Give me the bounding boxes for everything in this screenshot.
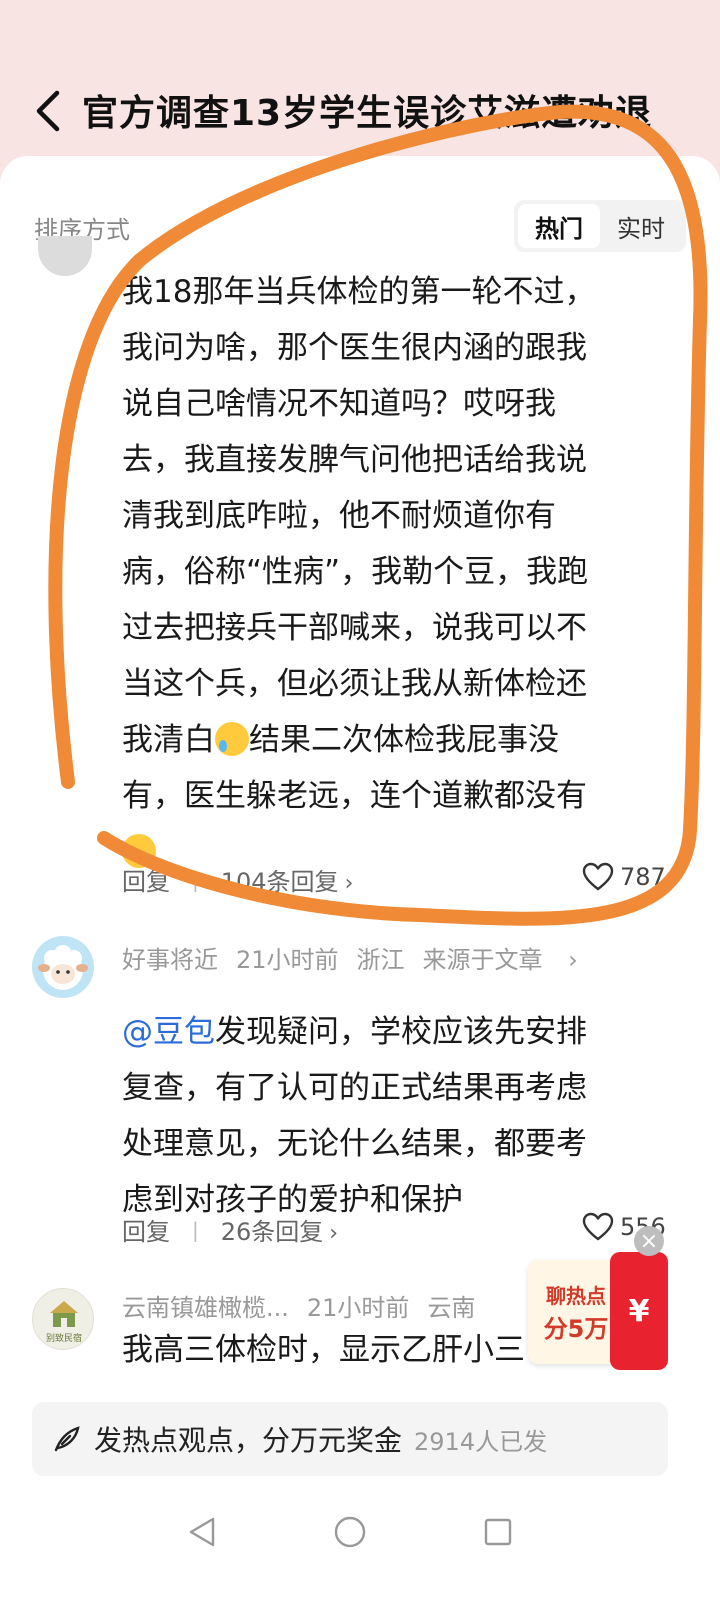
comment-actions: 回复 | 26条回复 › — [122, 1212, 338, 1247]
reply-count: 104条回复 — [220, 868, 339, 896]
username[interactable]: 好事将近 — [122, 946, 218, 974]
region: 浙江 — [356, 946, 405, 974]
sort-toggle: 热门 实时 — [514, 200, 686, 252]
nav-recents-button[interactable] — [478, 1512, 518, 1552]
source-link[interactable]: 来源于文章 › — [423, 946, 578, 974]
close-icon[interactable]: × — [634, 1226, 664, 1256]
sort-option-hot[interactable]: 热门 — [518, 204, 600, 248]
reply-count: 26条回复 — [220, 1218, 324, 1246]
username[interactable]: 云南镇雄橄榄... — [122, 1294, 289, 1322]
comment-text: @豆包发现疑问，学校应该先安排 复查，有了认可的正式结果再考虑 处理意见，无论什… — [122, 1004, 682, 1228]
comment-actions: 回复 | 104条回复 › — [122, 862, 353, 897]
top-bar — [0, 0, 720, 160]
comment-fragment: 我清白 — [122, 722, 215, 758]
avatar[interactable]: 别致民宿 — [32, 1288, 94, 1350]
view-replies-button[interactable]: 104条回复 › — [221, 862, 354, 897]
like-count: 787 — [620, 863, 666, 891]
divider: | — [192, 867, 199, 892]
sort-option-latest[interactable]: 实时 — [600, 204, 682, 248]
comment-line: 去，我直接发脾气问他把话给我说 — [122, 442, 587, 478]
like-button[interactable]: 787 — [582, 862, 666, 892]
comment-line: 清我到底咋啦，他不耐烦道你有 — [122, 498, 556, 534]
comment-meta: 云南镇雄橄榄... 21小时前 云南 — [122, 1288, 493, 1323]
nav-back-button[interactable] — [182, 1512, 222, 1552]
comment-text: 我18那年当兵体检的第一轮不过， 我问为啥，那个医生很内涵的跟我 说自己啥情况不… — [122, 264, 682, 880]
comment-line: @豆包发现疑问，学校应该先安排 — [122, 1004, 682, 1060]
nav-home-button[interactable] — [330, 1512, 370, 1552]
comment-line: 我清白 结果二次体检我屁事没 — [122, 712, 682, 768]
chevron-right-icon: › — [344, 871, 354, 896]
compose-bar[interactable]: 发热点观点，分万元奖金 2914人已发 — [32, 1402, 668, 1476]
comment-fragment: 发现疑问，学校应该先安排 — [215, 1014, 587, 1050]
reply-button[interactable]: 回复 — [122, 1212, 170, 1247]
comment-line: 我问为啥，那个医生很内涵的跟我 — [122, 330, 587, 366]
compose-label: 发热点观点，分万元奖金 — [94, 1424, 403, 1457]
comment-line: 当这个兵，但必须让我从新体检还 — [122, 666, 587, 702]
chevron-right-icon: › — [329, 1221, 339, 1246]
region: 云南 — [427, 1294, 476, 1322]
promo-line2: 分5万 — [543, 1315, 609, 1343]
back-button[interactable] — [28, 86, 68, 136]
heart-icon — [582, 1212, 614, 1241]
promo-line1: 聊热点 — [546, 1284, 606, 1308]
avatar[interactable] — [32, 936, 94, 998]
heart-icon — [582, 862, 614, 891]
comment-line: 过去把接兵干部喊来，说我可以不 — [122, 610, 587, 646]
comment-line: 说自己啥情况不知道吗？哎呀我 — [122, 386, 556, 422]
yuan-icon: ¥ — [610, 1252, 668, 1370]
comment-line: 我18那年当兵体检的第一轮不过， — [122, 274, 596, 310]
circle-home-icon — [334, 1516, 366, 1548]
chevron-left-icon — [36, 90, 60, 132]
source-label: 来源于文章 — [422, 946, 543, 974]
triangle-back-icon — [189, 1517, 215, 1547]
comment-text: 我高三体检时，显示乙肝小三 — [122, 1332, 525, 1368]
sheep-avatar-icon — [38, 945, 88, 990]
promo-card[interactable]: 聊热点 分5万 ¥ — [528, 1252, 668, 1370]
square-recents-icon — [484, 1518, 512, 1546]
mention-link[interactable]: @豆包 — [122, 1014, 215, 1050]
comment-line: 复查，有了认可的正式结果再考虑 — [122, 1070, 587, 1106]
crying-laughing-emoji-icon — [215, 722, 249, 756]
timestamp: 21小时前 — [236, 946, 339, 974]
comment-line: 有，医生躲老远，连个道歉都没有 — [122, 778, 587, 814]
feather-pen-icon — [54, 1426, 80, 1452]
avatar-logo-text: 别致民宿 — [45, 1334, 82, 1344]
view-replies-button[interactable]: 26条回复 › — [221, 1212, 338, 1247]
house-logo-icon — [50, 1301, 78, 1327]
timestamp: 21小时前 — [306, 1294, 410, 1322]
comment-line: 处理意见，无论什么结果，都要考 — [122, 1126, 587, 1162]
compose-count: 2914人已发 — [414, 1427, 548, 1456]
divider: | — [192, 1217, 199, 1242]
comment-line: 病，俗称“性病”，我勒个豆，我跑 — [122, 554, 589, 590]
reply-button[interactable]: 回复 — [122, 862, 170, 897]
comment-meta: 好事将近 21小时前 浙江 来源于文章 › — [122, 940, 596, 975]
comment-fragment: 结果二次体检我屁事没 — [249, 722, 559, 758]
page-title: 官方调查13岁学生误诊艾滋遭劝退 — [82, 93, 653, 134]
